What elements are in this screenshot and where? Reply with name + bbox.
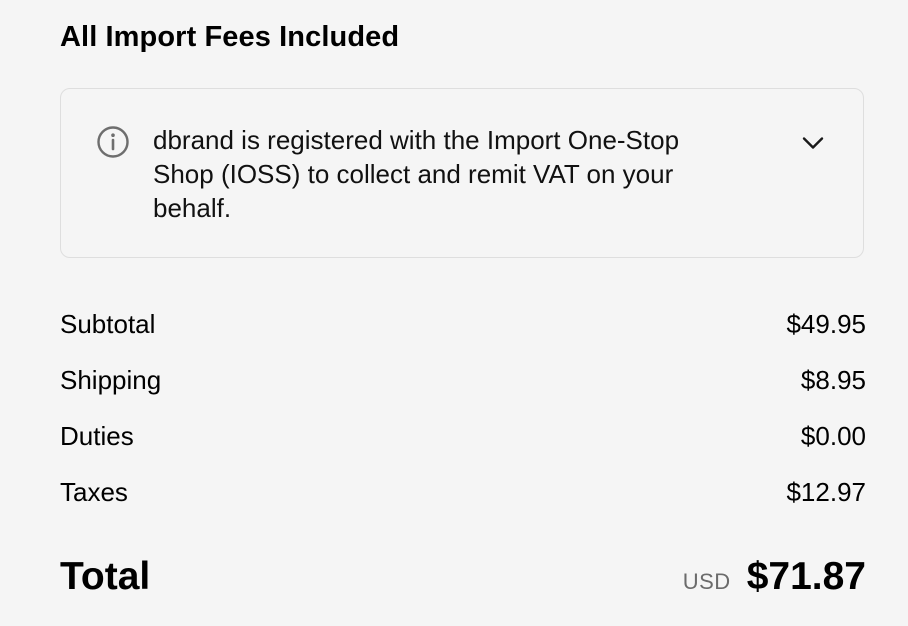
ioss-notice-text: dbrand is registered with the Import One…	[153, 125, 680, 223]
duties-value: $0.00	[800, 421, 866, 451]
chevron-down-icon[interactable]	[799, 129, 827, 157]
import-fees-heading: All Import Fees Included	[60, 21, 400, 53]
total-amount-group: USD $71.87	[683, 552, 866, 602]
info-icon	[97, 126, 129, 158]
taxes-value: $12.97	[786, 477, 866, 507]
total-label: Total	[60, 555, 151, 598]
duties-label: Duties	[60, 421, 134, 451]
shipping-value: $8.95	[800, 365, 866, 395]
order-summary-panel: All Import Fees Included dbrand is regis…	[0, 0, 908, 626]
total-value: $71.87	[746, 555, 866, 598]
subtotal-row: Subtotal $49.95	[60, 304, 866, 344]
subtotal-label: Subtotal	[60, 309, 156, 339]
ioss-notice-box: dbrand is registered with the Import One…	[60, 88, 864, 258]
currency-code: USD	[682, 569, 731, 594]
taxes-label: Taxes	[60, 477, 128, 507]
shipping-row: Shipping $8.95	[60, 360, 866, 400]
shipping-label: Shipping	[60, 365, 162, 395]
duties-row: Duties $0.00	[60, 416, 866, 456]
subtotal-value: $49.95	[786, 309, 866, 339]
taxes-row: Taxes $12.97	[60, 472, 866, 512]
